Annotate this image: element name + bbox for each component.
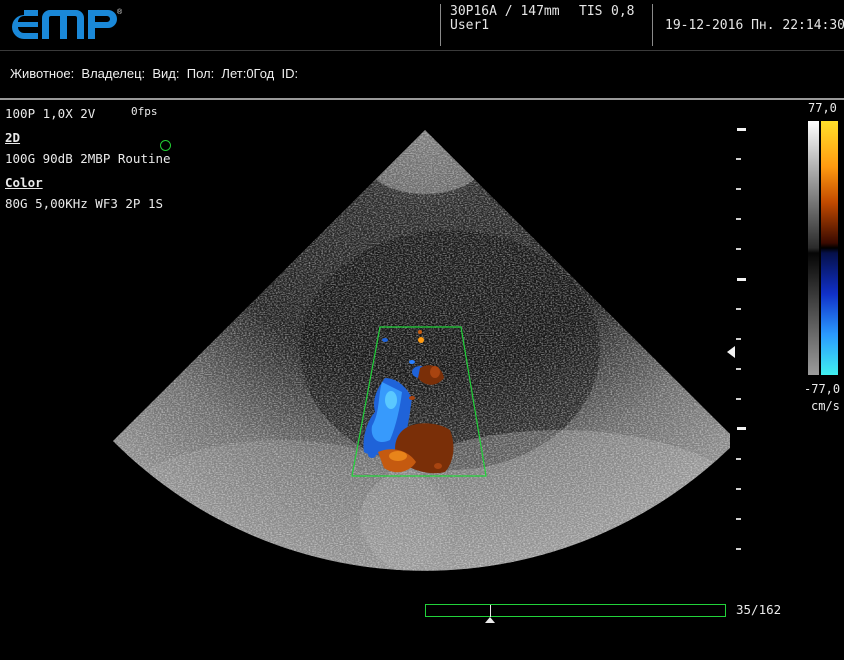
depth-tick-major bbox=[737, 128, 746, 131]
header-bar: ® 30P16A / 147mm TIS 0,8 User1 19-12-201… bbox=[0, 0, 844, 50]
tis-value: 0,8 bbox=[611, 4, 635, 19]
up-triangle-icon[interactable] bbox=[485, 617, 495, 623]
header-divider bbox=[0, 50, 844, 51]
depth-tick bbox=[736, 188, 741, 190]
circle-marker-icon bbox=[160, 140, 171, 151]
mode-color-settings: 80G 5,00KHz WF3 2P 1S bbox=[5, 196, 164, 211]
cine-frame-counter: 35/162 bbox=[736, 602, 782, 617]
depth-tick bbox=[736, 218, 741, 220]
patient-info-line[interactable]: Животное: Владелец: Вид: Пол: Лет:0Год I… bbox=[10, 66, 298, 81]
svg-text:®: ® bbox=[117, 8, 123, 16]
depth-tick-major bbox=[737, 278, 746, 281]
mode-2d-settings: 100G 90dB 2MBP Routine bbox=[5, 151, 171, 166]
frame-rate: 0fps bbox=[131, 105, 158, 118]
depth-tick bbox=[736, 518, 741, 520]
depth-tick bbox=[736, 458, 741, 460]
left-triangle-icon[interactable] bbox=[727, 346, 735, 358]
cine-position-line bbox=[490, 605, 491, 617]
velocity-max: 77,0 bbox=[808, 101, 837, 115]
velocity-color-bar bbox=[821, 121, 838, 375]
depth-tick bbox=[736, 368, 741, 370]
emp-logo: ® bbox=[12, 8, 123, 39]
depth-tick bbox=[736, 398, 741, 400]
velocity-unit: cm/s bbox=[811, 399, 840, 413]
user-name: User1 bbox=[450, 18, 490, 33]
depth-tick bbox=[736, 488, 741, 490]
mode-color-label[interactable]: Color bbox=[5, 175, 43, 190]
tis-label: TIS bbox=[579, 4, 603, 19]
gain-zoom-info: 100P 1,0X 2V bbox=[5, 106, 96, 121]
date-time: 19-12-2016 Пн. 22:14:30 bbox=[665, 18, 844, 33]
depth-tick bbox=[736, 338, 741, 340]
probe-info: 30P16A / 147mm bbox=[450, 4, 560, 19]
depth-tick bbox=[736, 548, 741, 550]
ultrasound-image[interactable] bbox=[0, 100, 730, 580]
grayscale-bar bbox=[808, 121, 819, 375]
mode-2d-label[interactable]: 2D bbox=[5, 130, 20, 145]
cine-loop-bar[interactable] bbox=[425, 604, 726, 617]
depth-tick bbox=[736, 248, 741, 250]
depth-tick-major bbox=[737, 427, 746, 430]
velocity-min: -77,0 bbox=[804, 382, 841, 396]
depth-tick bbox=[736, 158, 741, 160]
b-mode-sector bbox=[113, 130, 730, 571]
depth-tick bbox=[736, 308, 741, 310]
